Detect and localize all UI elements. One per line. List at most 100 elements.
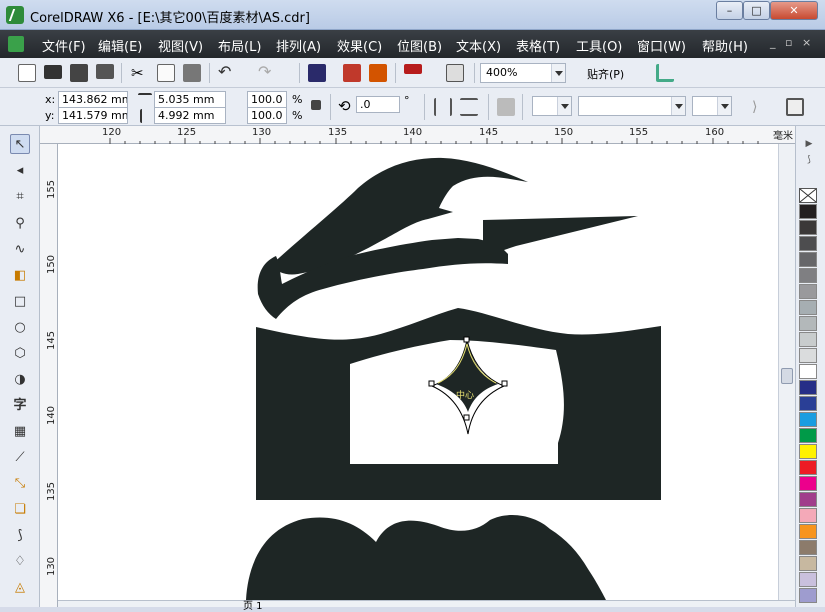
crop-tool-icon[interactable]: ⌗ [10, 187, 30, 207]
basic-shapes-icon[interactable]: ◑ [10, 370, 30, 390]
text-tool-icon[interactable]: 字 [10, 396, 30, 416]
width-field[interactable]: 5.035 mm [154, 91, 226, 108]
menu-bitmaps[interactable]: 位图(B) [397, 36, 442, 55]
fill-tool-icon[interactable]: ◬ [10, 578, 30, 598]
scroll-thumb[interactable] [781, 368, 793, 384]
save-icon[interactable] [70, 64, 88, 82]
color-swatch[interactable] [799, 460, 817, 475]
outline-tool-icon[interactable]: ♢ [10, 552, 30, 572]
color-swatch[interactable] [799, 492, 817, 507]
outline-color-select[interactable] [532, 96, 572, 116]
publish-icon[interactable] [369, 64, 387, 82]
export-icon[interactable] [343, 64, 361, 82]
cut-icon[interactable]: ✂ [131, 64, 149, 82]
vertical-ruler[interactable]: 155 150 145 140 135 130 [40, 144, 58, 607]
minimize-button[interactable]: – [716, 1, 743, 20]
menu-window[interactable]: 窗口(W) [637, 36, 686, 55]
lock-ratio-icon[interactable] [311, 100, 321, 110]
pick-tool-icon[interactable]: ↖ [10, 134, 30, 154]
color-swatch[interactable] [799, 588, 817, 603]
table-tool-icon[interactable]: ▦ [10, 422, 30, 442]
color-swatch[interactable] [799, 380, 817, 395]
color-swatch[interactable] [799, 508, 817, 523]
menu-file[interactable]: 文件(F) [42, 36, 86, 55]
new-document-icon[interactable] [18, 64, 36, 82]
color-swatch[interactable] [799, 316, 817, 331]
snap-to-menu[interactable]: 贴齐(P) [587, 66, 624, 82]
color-swatch[interactable] [799, 300, 817, 315]
y-position-field[interactable]: 141.579 mm [58, 107, 128, 124]
color-swatch[interactable] [799, 268, 817, 283]
color-swatch[interactable] [799, 236, 817, 251]
color-swatch[interactable] [799, 572, 817, 587]
paste-icon[interactable] [183, 64, 201, 82]
menu-layout[interactable]: 布局(L) [218, 36, 261, 55]
rectangle-tool-icon[interactable]: □ [10, 292, 30, 312]
menu-help[interactable]: 帮助(H) [702, 36, 748, 55]
horizontal-scrollbar[interactable]: 页 1 [58, 600, 795, 612]
mirror-vertical-icon[interactable] [460, 98, 478, 116]
color-swatch[interactable] [799, 428, 817, 443]
shape-tool-icon[interactable]: ◂ [10, 161, 30, 181]
doc-minimize-button[interactable]: _ [770, 36, 776, 49]
import-icon[interactable] [308, 64, 326, 82]
eyedropper-tool-icon[interactable]: ⟆ [10, 526, 30, 546]
color-swatch[interactable] [799, 332, 817, 347]
smart-fill-icon[interactable]: ◧ [10, 266, 30, 286]
print-icon[interactable] [96, 64, 114, 79]
menu-text[interactable]: 文本(X) [456, 36, 501, 55]
menu-tools[interactable]: 工具(O) [576, 36, 622, 55]
polygon-tool-icon[interactable]: ⬡ [10, 344, 30, 364]
height-field[interactable]: 4.992 mm [154, 107, 226, 124]
to-front-icon[interactable] [786, 98, 804, 116]
welcome-screen-icon[interactable] [446, 64, 464, 82]
color-swatch[interactable] [799, 556, 817, 571]
menu-edit[interactable]: 编辑(E) [98, 36, 142, 55]
menu-view[interactable]: 视图(V) [158, 36, 203, 55]
dimension-tool-icon[interactable]: ⟋ [10, 448, 30, 468]
color-swatch[interactable] [799, 476, 817, 491]
close-button[interactable]: ✕ [770, 1, 818, 20]
arrow-head-icon[interactable]: ⟩ [752, 98, 770, 116]
ellipse-tool-icon[interactable]: ○ [10, 318, 30, 338]
copy-icon[interactable] [157, 64, 175, 82]
no-fill-swatch[interactable] [799, 188, 817, 203]
color-swatch[interactable] [799, 540, 817, 555]
menu-arrange[interactable]: 排列(A) [276, 36, 321, 55]
open-icon[interactable] [44, 65, 62, 79]
connector-tool-icon[interactable]: ⤡ [10, 474, 30, 494]
vertical-scrollbar[interactable] [778, 144, 795, 600]
wrap-text-icon[interactable] [497, 98, 515, 116]
page-tab[interactable]: 页 1 [243, 597, 263, 612]
x-position-field[interactable]: 143.862 mm [58, 91, 128, 108]
zoom-tool-icon[interactable]: ⚲ [10, 214, 30, 234]
doc-close-button[interactable]: × [802, 36, 811, 49]
zoom-level-select[interactable]: 400% [480, 63, 566, 83]
scale-width-field[interactable]: 100.0 [247, 91, 287, 108]
drawing-canvas[interactable]: 中心 [58, 144, 778, 600]
menu-effects[interactable]: 效果(C) [337, 36, 382, 55]
mirror-horizontal-icon[interactable] [434, 98, 452, 116]
color-swatch[interactable] [799, 348, 817, 363]
scale-height-field[interactable]: 100.0 [247, 107, 287, 124]
rotation-angle-field[interactable]: .0 [356, 96, 400, 113]
horizontal-ruler[interactable]: 120 125 130 135 140 145 150 155 160 毫米 [40, 126, 798, 144]
color-swatch[interactable] [799, 252, 817, 267]
color-swatch[interactable] [799, 444, 817, 459]
color-swatch[interactable] [799, 524, 817, 539]
options-icon[interactable] [656, 64, 674, 82]
maximize-button[interactable]: □ [743, 1, 770, 20]
line-style-select[interactable] [578, 96, 686, 116]
color-swatch[interactable] [799, 396, 817, 411]
freehand-tool-icon[interactable]: ∿ [10, 240, 30, 260]
line-width-select[interactable] [692, 96, 732, 116]
color-swatch[interactable] [799, 204, 817, 219]
redo-icon[interactable]: ↷ [258, 63, 276, 81]
application-launcher-icon[interactable] [404, 64, 422, 74]
palette-eyedropper-icon[interactable]: ⟆ [802, 154, 816, 166]
menu-table[interactable]: 表格(T) [516, 36, 560, 55]
color-swatch[interactable] [799, 284, 817, 299]
doc-restore-button[interactable]: ▫ [785, 36, 792, 49]
blend-tool-icon[interactable]: ❏ [10, 500, 30, 520]
color-swatch[interactable] [799, 364, 817, 379]
